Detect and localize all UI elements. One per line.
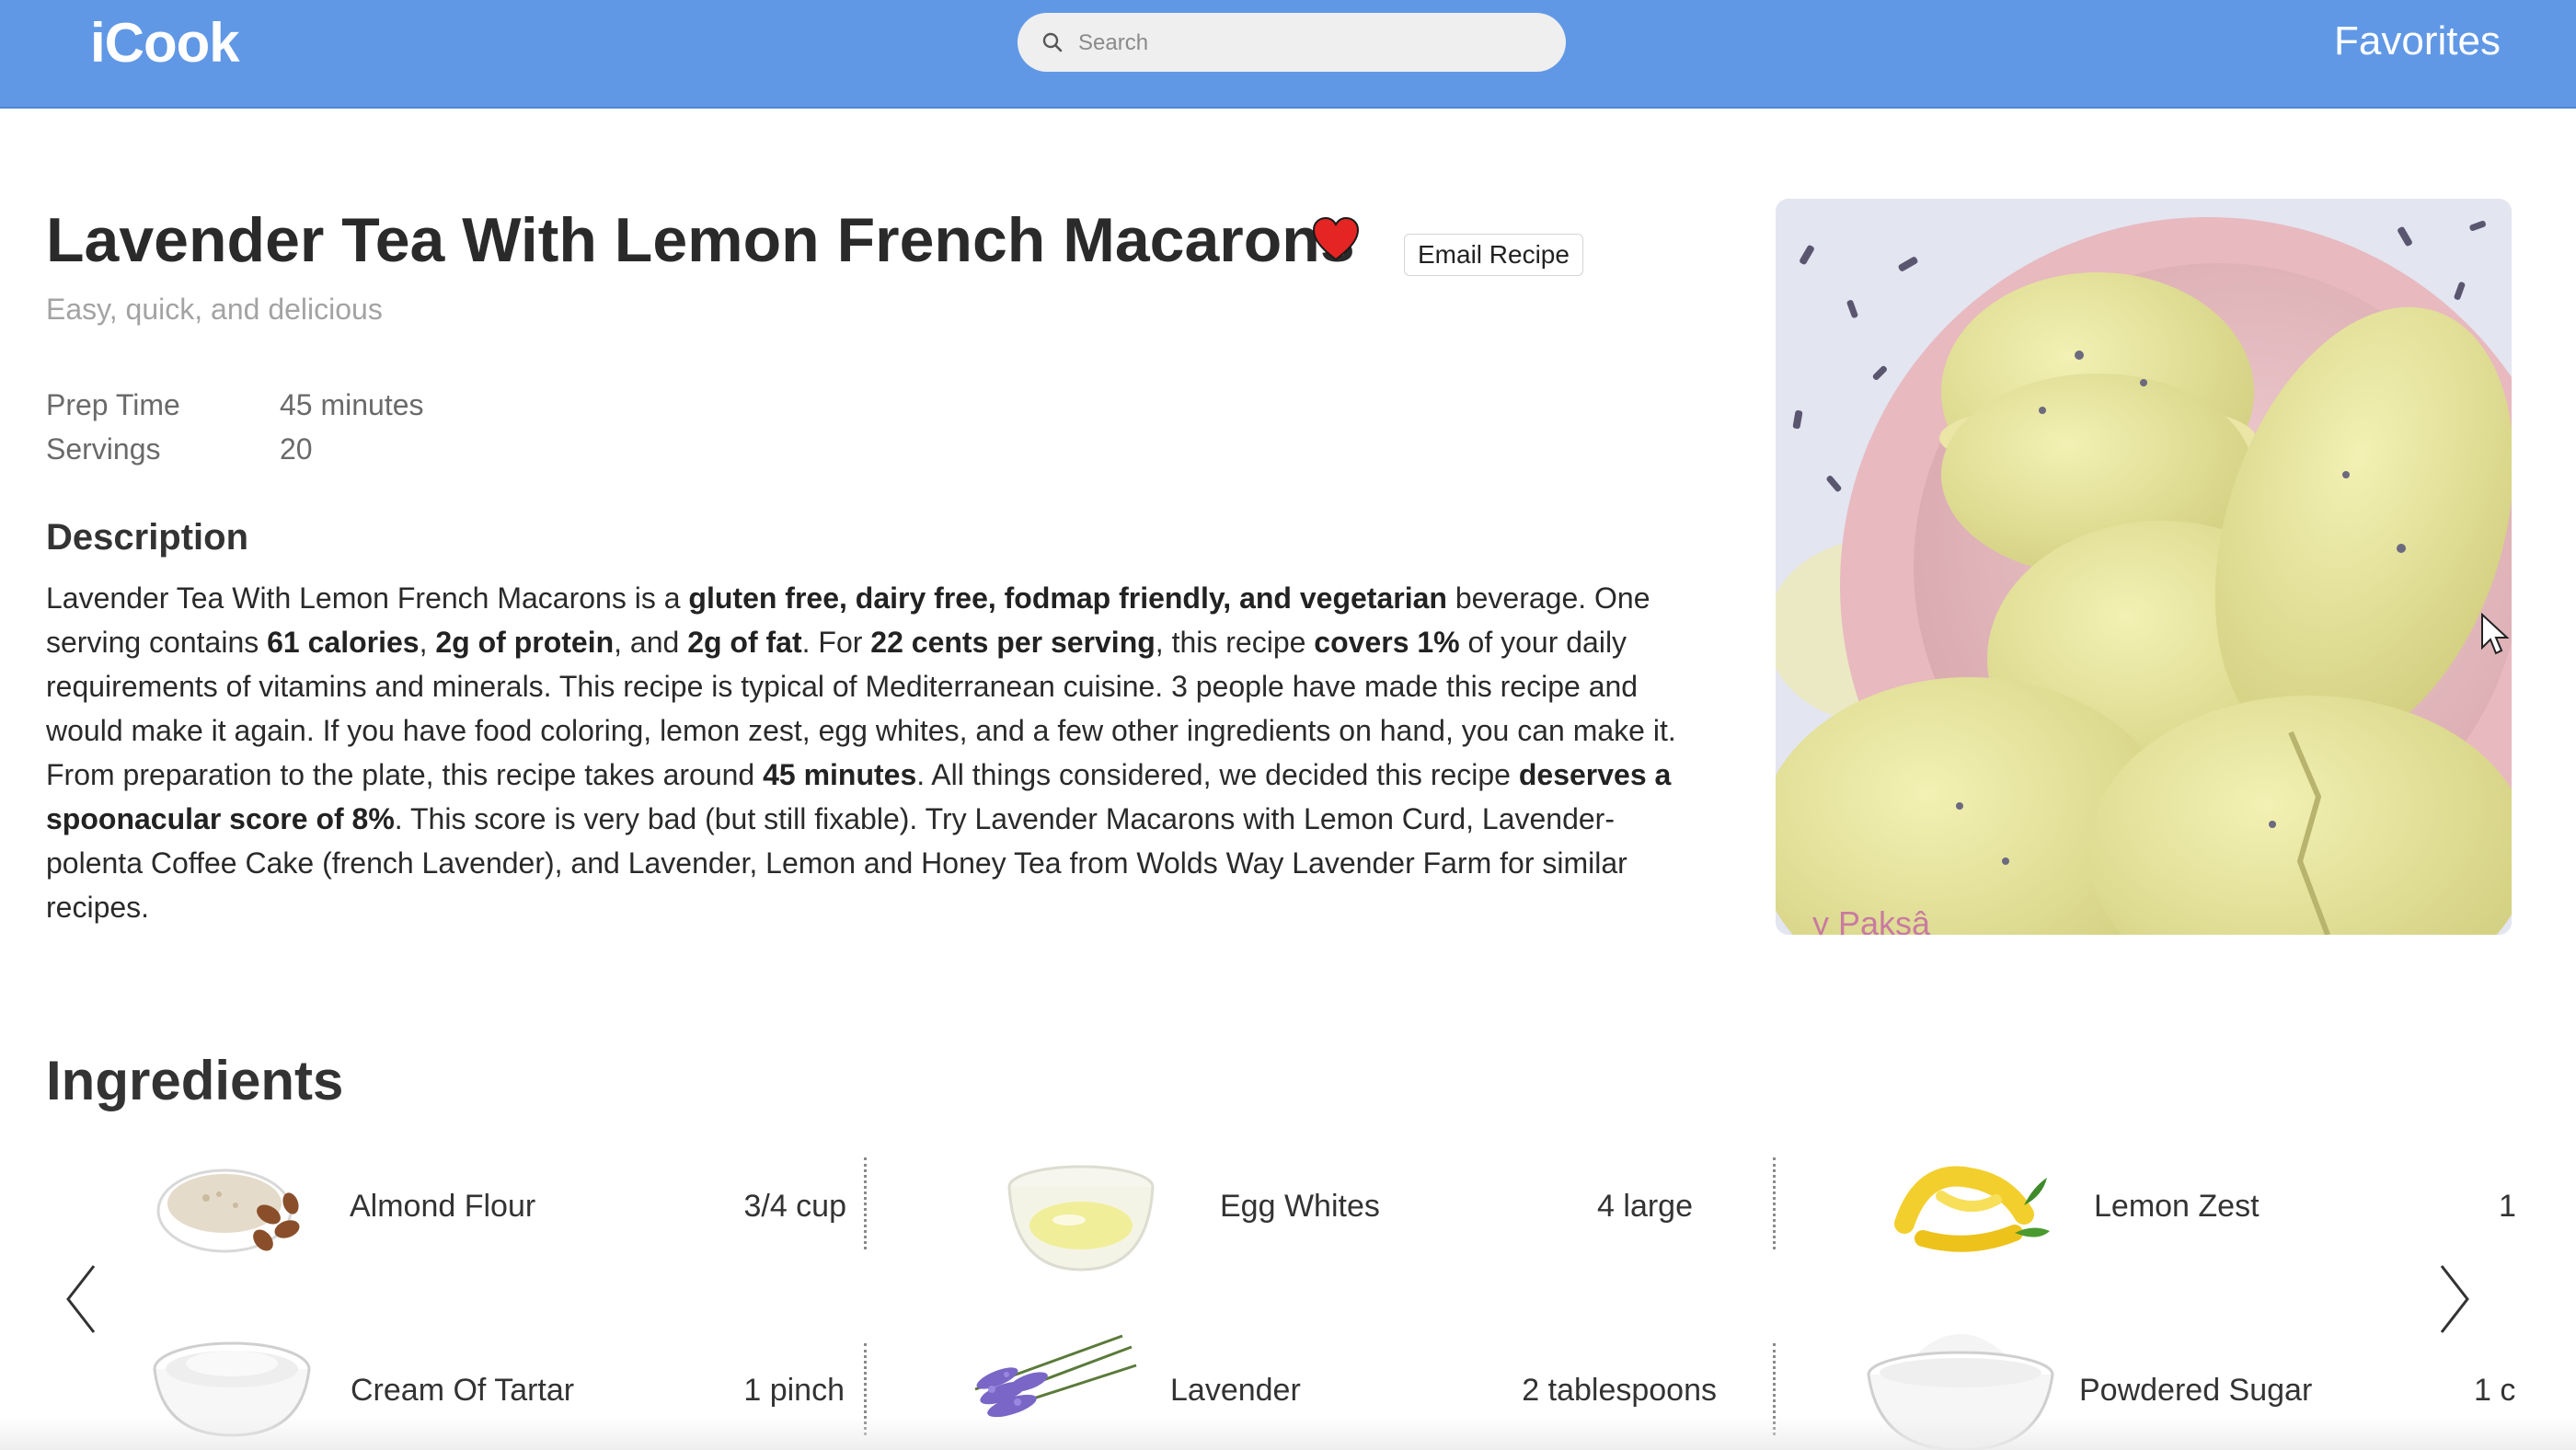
recipe-meta: Prep Time 45 minutes Servings 20 <box>46 388 424 477</box>
heart-icon[interactable] <box>1312 217 1360 261</box>
ingredient-item: Almond Flour 3/4 cup <box>0 1141 865 1288</box>
servings-value: 20 <box>280 432 313 466</box>
ingredient-item: Lavender 2 tablespoons <box>883 1306 1766 1450</box>
ingredient-amount: 2 tablespoons <box>1522 1373 1717 1408</box>
ingredient-amount: 1 c <box>2474 1373 2516 1408</box>
description-text: Lavender Tea With Lemon French Macarons … <box>46 581 1676 924</box>
prep-time-label: Prep Time <box>46 388 180 421</box>
almond-flour-icon <box>156 1168 300 1253</box>
prep-time-value: 45 minutes <box>280 388 424 421</box>
mouse-cursor-icon <box>2481 613 2510 655</box>
ingredient-amount: 3/4 cup <box>743 1189 846 1224</box>
ingredient-name: Almond Flour <box>350 1189 536 1224</box>
ingredients-heading: Ingredients <box>46 1050 344 1111</box>
ingredient-name: Lavender <box>1170 1373 1301 1408</box>
search-icon <box>1042 32 1063 52</box>
ingredient-divider <box>1773 1343 1776 1435</box>
top-navbar: iCook Favorites <box>0 0 2576 109</box>
chevron-right-icon[interactable] <box>2436 1262 2473 1336</box>
recipe-title: Lavender Tea With Lemon French Macarons <box>46 205 1355 275</box>
chevron-left-icon[interactable] <box>63 1262 99 1336</box>
macarons-photo-image: y Pakşâ <box>1776 199 2512 935</box>
ingredient-name: Lemon Zest <box>2094 1189 2260 1224</box>
servings-row: Servings 20 <box>46 432 424 477</box>
ingredient-amount: 1 pinch <box>743 1373 845 1408</box>
search-box[interactable] <box>1018 13 1566 74</box>
photo-watermark: y Pakşâ <box>1812 904 1931 935</box>
prep-time-row: Prep Time 45 minutes <box>46 388 424 432</box>
servings-label: Servings <box>46 432 161 466</box>
ingredient-item: Cream Of Tartar 1 pinch <box>0 1306 865 1450</box>
search-input[interactable] <box>1076 13 1549 74</box>
email-recipe-button[interactable]: Email Recipe <box>1404 234 1583 276</box>
ingredient-divider <box>1773 1157 1776 1249</box>
recipe-subtitle: Easy, quick, and delicious <box>46 293 383 326</box>
cream-of-tartar-icon <box>153 1341 311 1437</box>
ingredient-divider <box>864 1157 867 1249</box>
ingredients-carousel: Almond Flour 3/4 cup Egg Whites 4 large … <box>0 1141 2576 1450</box>
nav-favorites-link[interactable]: Favorites <box>2334 18 2501 64</box>
egg-whites-icon <box>1007 1165 1155 1272</box>
ingredient-amount: 1 <box>2499 1189 2516 1224</box>
lemon-zest-icon <box>1894 1166 2050 1252</box>
ingredient-amount: 4 large <box>1597 1189 1693 1224</box>
ingredient-name: Powdered Sugar <box>2079 1373 2313 1408</box>
description-heading: Description <box>46 517 249 558</box>
ingredient-item: Egg Whites 4 large <box>883 1141 1730 1288</box>
ingredient-divider <box>864 1343 867 1435</box>
brand-logo[interactable]: iCook <box>90 11 240 75</box>
recipe-photo: y Pakşâ <box>1776 199 2512 935</box>
lavender-icon <box>974 1334 1137 1418</box>
ingredient-name: Cream Of Tartar <box>351 1373 575 1408</box>
ingredient-name: Egg Whites <box>1220 1189 1380 1224</box>
powdered-sugar-icon <box>1867 1334 2054 1450</box>
